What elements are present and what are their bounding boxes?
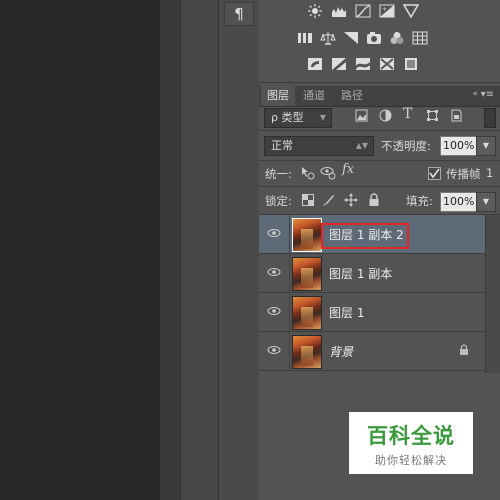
channel-mixer-icon[interactable]: [389, 31, 405, 45]
brightness-contrast-icon[interactable]: [307, 4, 323, 18]
color-lookup-icon[interactable]: [412, 31, 428, 45]
fill-dropdown-button[interactable]: ▼: [476, 192, 496, 212]
canvas-edge: [160, 0, 180, 500]
svg-text:+: +: [382, 6, 387, 13]
divider: [259, 130, 500, 131]
layer-thumbnail: [292, 335, 322, 369]
adjustments-panel: +: [259, 0, 500, 83]
selective-color-icon[interactable]: [379, 57, 395, 71]
opacity-dropdown-button[interactable]: ▼: [476, 136, 496, 156]
propagate-frame-checkbox[interactable]: [428, 167, 441, 180]
chevron-down-icon: ▼: [319, 113, 326, 122]
collapse-icon[interactable]: «: [472, 89, 478, 99]
lock-icon: [459, 344, 469, 356]
lock-all-icon[interactable]: [368, 193, 380, 211]
panel-menu-icon[interactable]: ▾≡: [481, 89, 494, 100]
layer-thumbnail: [292, 218, 322, 252]
filter-kind-select[interactable]: ρ 类型 ▼: [264, 108, 332, 128]
tab-layers[interactable]: 图层: [261, 86, 295, 106]
unify-visibility-icon[interactable]: [320, 164, 336, 184]
watermark-logo: 百科全说 助你轻松解决: [349, 412, 473, 474]
lock-position-icon[interactable]: [344, 193, 358, 211]
unify-label: 统一:: [265, 167, 292, 181]
color-balance-icon[interactable]: [320, 31, 336, 45]
threshold-icon[interactable]: [355, 57, 371, 71]
collapsed-panel-strip: [180, 0, 219, 500]
lock-label: 锁定:: [265, 194, 292, 208]
vibrance-icon[interactable]: [403, 4, 419, 18]
filter-smart-object-icon[interactable]: [450, 109, 463, 126]
tab-paths[interactable]: 路径: [335, 86, 369, 106]
propagate-frame-label: 传播帧: [446, 167, 481, 181]
fill-input[interactable]: 100%: [440, 192, 478, 212]
layer-row-background[interactable]: 背景: [259, 332, 485, 371]
filter-kind-label: ρ 类型: [271, 111, 304, 124]
hue-saturation-icon[interactable]: [297, 31, 313, 45]
layers-scrollbar[interactable]: [485, 215, 500, 373]
eye-icon[interactable]: [267, 344, 281, 356]
filter-toggle[interactable]: [484, 108, 496, 128]
watermark-brand: 百科全说: [367, 424, 455, 448]
unify-position-icon[interactable]: [299, 164, 315, 184]
levels-icon[interactable]: [331, 4, 347, 18]
panel-tab-bar: 图层 通道 路径 « ▾≡: [259, 86, 500, 107]
fill-label: 填充:: [406, 194, 433, 208]
divider: [289, 293, 290, 331]
eye-icon[interactable]: [267, 227, 281, 239]
posterize-icon[interactable]: [331, 57, 347, 71]
invert-icon[interactable]: [307, 57, 323, 71]
exposure-icon[interactable]: +: [379, 4, 395, 18]
layer-name[interactable]: 图层 1: [329, 304, 364, 321]
filter-shape-icon[interactable]: [426, 109, 439, 126]
photo-filter-icon[interactable]: [366, 31, 382, 45]
layer-name[interactable]: 背景: [329, 343, 353, 360]
divider: [259, 160, 500, 161]
lock-transparent-pixels-icon[interactable]: [302, 194, 314, 210]
layer-name[interactable]: 图层 1 副本: [329, 265, 392, 282]
layer-row-copy[interactable]: 图层 1 副本: [259, 254, 485, 293]
divider: [289, 332, 290, 370]
blend-mode-select[interactable]: 正常 ▲▼: [264, 136, 374, 156]
divider: [289, 215, 290, 253]
eye-icon[interactable]: [267, 266, 281, 278]
panel-dock-column: [218, 0, 260, 500]
curves-icon[interactable]: [355, 4, 371, 18]
divider: [259, 186, 500, 187]
black-white-icon[interactable]: [343, 31, 359, 45]
paragraph-panel-button[interactable]: ¶: [224, 2, 254, 26]
blend-mode-value: 正常: [271, 139, 293, 152]
unify-style-icon[interactable]: fx: [342, 162, 354, 177]
opacity-label: 不透明度:: [381, 139, 431, 153]
chevron-down-icon: ▲▼: [355, 141, 368, 150]
filter-type-icon[interactable]: T: [403, 106, 412, 122]
gradient-map-icon[interactable]: [403, 57, 419, 71]
lock-image-pixels-icon[interactable]: [322, 193, 336, 211]
propagate-frame-value: 1: [486, 166, 494, 180]
divider: [289, 254, 290, 292]
watermark-tagline: 助你轻松解决: [375, 454, 447, 467]
filter-pixel-icon[interactable]: [355, 109, 368, 126]
selection-highlight-box: [321, 223, 409, 249]
layer-row-layer-1[interactable]: 图层 1: [259, 293, 485, 332]
layer-thumbnail: [292, 257, 322, 291]
eye-icon[interactable]: [267, 305, 281, 317]
filter-adjustment-icon[interactable]: [379, 109, 392, 126]
opacity-input[interactable]: 100%: [440, 136, 478, 156]
document-canvas-area: [0, 0, 160, 500]
layer-thumbnail: [292, 296, 322, 330]
tab-channels[interactable]: 通道: [297, 86, 331, 106]
